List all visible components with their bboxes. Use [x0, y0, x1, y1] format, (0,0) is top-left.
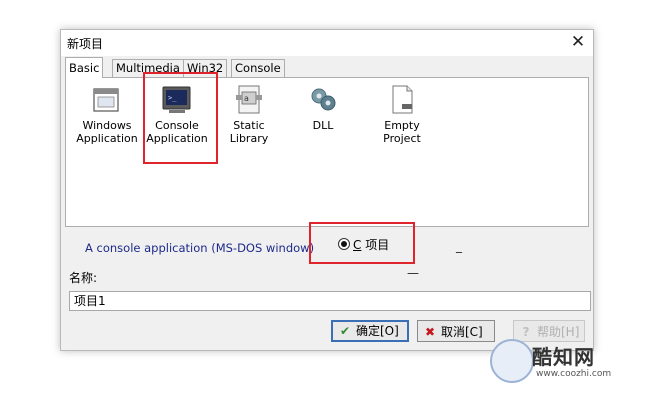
dialog-title: 新项目 [67, 37, 104, 51]
close-icon[interactable]: ✕ [569, 32, 587, 52]
template-label-line1: Windows [82, 119, 132, 132]
ok-button[interactable]: ✔ 确定[O] [331, 320, 409, 342]
ok-button-label: 确定[O] [356, 324, 399, 338]
tab-multimedia[interactable]: Multimedia [112, 59, 184, 77]
new-project-dialog: 新项目 ✕ Basic Multimedia Win32 Console Win… [60, 29, 594, 351]
name-label: 名称: [69, 271, 98, 285]
dll-icon [311, 88, 336, 111]
template-label-line1: Console [155, 119, 199, 132]
svg-text:>_: >_ [168, 94, 177, 102]
watermark: 酷知网 www.coozhi.com [468, 325, 628, 387]
console-app-icon: >_ [162, 86, 191, 113]
template-label: DLL [312, 119, 334, 132]
template-label: Static Library [229, 119, 269, 145]
project-name-input[interactable]: 项目1 [69, 291, 591, 311]
cross-icon: ✖ [424, 325, 436, 339]
template-empty-project[interactable]: Empty Project [364, 84, 440, 145]
template-panel: Windows Application >_ Console Applicati… [65, 72, 589, 227]
watermark-name: 酷知网 [532, 345, 595, 369]
template-label-line2: Application [76, 132, 138, 145]
template-static-library[interactable]: a Static Library [214, 84, 284, 145]
tab-console[interactable]: Console [231, 59, 285, 77]
template-label: Empty Project [383, 119, 421, 145]
tab-win32[interactable]: Win32 [183, 59, 228, 77]
option-dash: _ [456, 239, 462, 253]
tab-basic[interactable]: Basic [65, 57, 104, 78]
title-bar: 新项目 ✕ [61, 30, 593, 56]
empty-project-icon [392, 85, 413, 114]
static-library-icon: a [236, 85, 262, 114]
svg-text:a: a [244, 94, 249, 103]
language-c-radio[interactable]: C 项目 [338, 235, 389, 255]
window-app-icon [93, 88, 119, 112]
option-dash: — [407, 266, 419, 280]
check-icon: ✔ [339, 324, 351, 338]
watermark-url: www.coozhi.com [536, 369, 612, 379]
radio-label: 项目 [361, 238, 390, 252]
watermark-logo-icon [490, 339, 534, 383]
template-dll[interactable]: DLL [298, 84, 348, 132]
template-console-application[interactable]: >_ Console Application [146, 84, 208, 145]
template-label-line2: Application [146, 132, 208, 145]
radio-selected-icon [338, 238, 350, 250]
template-description: A console application (MS-DOS window) [85, 241, 315, 255]
template-windows-application[interactable]: Windows Application [74, 86, 140, 145]
